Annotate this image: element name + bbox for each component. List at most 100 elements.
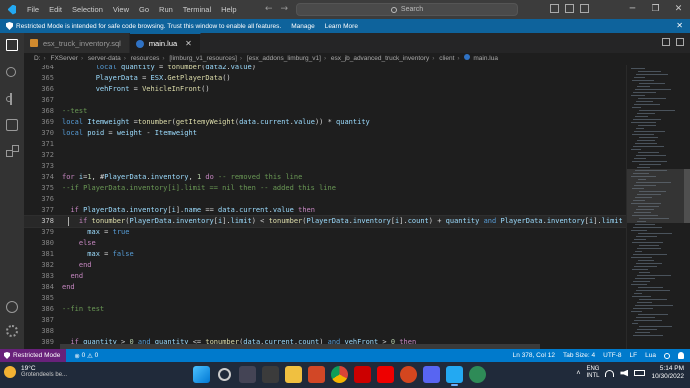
- code-text[interactable]: end: [62, 282, 75, 293]
- code-line[interactable]: 381 max = false: [24, 249, 626, 260]
- end-of-line[interactable]: LF: [630, 352, 638, 359]
- menu-file[interactable]: File: [22, 0, 44, 19]
- code-line[interactable]: 368 --test: [24, 106, 626, 117]
- menu-go[interactable]: Go: [134, 0, 154, 19]
- code-line[interactable]: 386 --fin test: [24, 304, 626, 315]
- battery-icon[interactable]: [634, 370, 646, 376]
- split-editor-icon[interactable]: [662, 38, 670, 46]
- code-line[interactable]: 373: [24, 161, 626, 172]
- file-explorer-icon[interactable]: [262, 366, 279, 383]
- restricted-mode-indicator[interactable]: Restricted Mode: [0, 349, 67, 362]
- code-text[interactable]: local poid = weight - Itemweight: [62, 128, 197, 139]
- command-center-search[interactable]: Search: [296, 3, 518, 16]
- code-text[interactable]: end: [62, 260, 92, 271]
- code-line[interactable]: 383 end: [24, 271, 626, 282]
- code-line[interactable]: 364 local quantity = tonumber(data2.valu…: [24, 65, 626, 73]
- adobe-icon[interactable]: [377, 366, 394, 383]
- netflix-icon[interactable]: [354, 366, 371, 383]
- vscode-taskbar-icon[interactable]: [446, 366, 463, 386]
- menu-view[interactable]: View: [108, 0, 134, 19]
- toggle-panel-icon[interactable]: [565, 4, 574, 13]
- code-line[interactable]: 382 end: [24, 260, 626, 271]
- start-windows-icon[interactable]: [193, 366, 210, 383]
- code-line[interactable]: 375 --if PlayerData.inventory[i].limit ==…: [24, 183, 626, 194]
- tray-chevron-up-icon[interactable]: ˄: [576, 370, 580, 377]
- code-text[interactable]: max = false: [62, 249, 133, 260]
- wifi-icon[interactable]: [605, 369, 615, 377]
- code-line[interactable]: 379 max = true: [24, 227, 626, 238]
- tab-main-lua[interactable]: main.lua ✕: [129, 33, 201, 53]
- maximize-icon[interactable]: ❐: [644, 0, 667, 19]
- tab-esx-truck-inventory-sql[interactable]: esx_truck_inventory.sql: [24, 33, 130, 53]
- code-line[interactable]: 385: [24, 293, 626, 304]
- code-text[interactable]: vehFront = VehicleInFront(): [62, 84, 210, 95]
- search-view-icon[interactable]: [6, 67, 16, 77]
- office-app-icon[interactable]: [308, 366, 325, 383]
- code-line[interactable]: 366 vehFront = VehicleInFront(): [24, 84, 626, 95]
- more-actions-icon[interactable]: [676, 38, 684, 46]
- extensions-icon[interactable]: [6, 145, 19, 157]
- breadcrumb-item[interactable]: main.lua: [473, 55, 498, 62]
- weather-widget[interactable]: 19°C Grotendeels be...: [4, 365, 67, 378]
- cursor-position[interactable]: Ln 378, Col 12: [513, 352, 555, 359]
- feedback-icon[interactable]: [664, 352, 670, 359]
- speaker-icon[interactable]: [620, 369, 629, 377]
- run-debug-icon[interactable]: [6, 119, 18, 131]
- code-line[interactable]: 370 local poid = weight - Itemweight: [24, 128, 626, 139]
- code-text[interactable]: --test: [62, 106, 87, 117]
- code-text[interactable]: if tonumber(PlayerData.inventory[i].limi…: [62, 216, 626, 227]
- folder-icon[interactable]: [285, 366, 302, 383]
- problems-indicator[interactable]: ⊗ 0 ⚠ 0: [74, 352, 98, 360]
- toggle-sidebar-icon[interactable]: [550, 4, 559, 13]
- code-editor[interactable]: 391 TriggerServerEvent('esx_truck_invent…: [24, 65, 626, 349]
- taskbar-search-icon[interactable]: [218, 368, 231, 381]
- code-line[interactable]: 377 if PlayerData.inventory[i].name == d…: [24, 205, 626, 216]
- breadcrumb-item[interactable]: FXServer: [50, 55, 77, 62]
- gear-icon[interactable]: [6, 325, 18, 337]
- encoding[interactable]: UTF-8: [603, 352, 621, 359]
- code-line[interactable]: 372: [24, 150, 626, 161]
- task-view-icon[interactable]: [239, 366, 256, 383]
- menu-run[interactable]: Run: [154, 0, 178, 19]
- code-line[interactable]: 369 local Itemweight =tonumber(getItemyWe…: [24, 117, 626, 128]
- clock[interactable]: 5:14 PM 10/30/2022: [651, 365, 684, 381]
- minimize-icon[interactable]: ─: [621, 0, 644, 19]
- code-text[interactable]: local Itemweight =tonumber(getItemyWeigh…: [62, 117, 370, 128]
- code-text[interactable]: else: [62, 238, 96, 249]
- minimap[interactable]: [626, 65, 690, 349]
- code-line[interactable]: 378 if tonumber(PlayerData.inventory[i].…: [24, 215, 626, 228]
- code-line[interactable]: 374 for i=1, #PlayerData.inventory, 1 do …: [24, 172, 626, 183]
- back-arrow-icon[interactable]: ←: [265, 4, 273, 14]
- menu-edit[interactable]: Edit: [44, 0, 67, 19]
- code-line[interactable]: 365 PlayerData = ESX.GetPlayerData(): [24, 73, 626, 84]
- code-line[interactable]: 388: [24, 326, 626, 337]
- vertical-scrollbar[interactable]: [684, 169, 690, 223]
- code-text[interactable]: PlayerData = ESX.GetPlayerData(): [62, 73, 231, 84]
- code-text[interactable]: local quantity = tonumber(data2.value): [62, 65, 256, 73]
- explorer-icon[interactable]: [6, 39, 18, 51]
- code-text[interactable]: if PlayerData.inventory[i].name == data.…: [62, 205, 315, 216]
- tab-size[interactable]: Tab Size: 4: [563, 352, 595, 359]
- banner-close-icon[interactable]: ✕: [676, 21, 683, 30]
- account-icon[interactable]: [6, 301, 18, 313]
- breadcrumb-item[interactable]: D:: [34, 55, 41, 62]
- learn-more-link[interactable]: Learn More: [325, 23, 358, 30]
- menu-terminal[interactable]: Terminal: [178, 0, 216, 19]
- customize-layout-icon[interactable]: [580, 4, 589, 13]
- menu-help[interactable]: Help: [216, 0, 241, 19]
- code-text[interactable]: end: [62, 271, 83, 282]
- code-text[interactable]: --if PlayerData.inventory[i].limit == ni…: [62, 183, 336, 194]
- breadcrumb-item[interactable]: [limburg_v1_resources]: [169, 55, 237, 62]
- code-text[interactable]: for i=1, #PlayerData.inventory, 1 do -- …: [62, 172, 302, 183]
- manage-link[interactable]: Manage: [291, 23, 315, 30]
- code-line[interactable]: 380 else: [24, 238, 626, 249]
- forward-arrow-icon[interactable]: →: [281, 4, 289, 14]
- breadcrumb-item[interactable]: client: [439, 55, 454, 62]
- app-icon-2[interactable]: [469, 366, 486, 383]
- code-text[interactable]: max = true: [62, 227, 129, 238]
- language-indicator[interactable]: ENG INTL: [586, 366, 599, 380]
- breadcrumb-item[interactable]: [esx_addons_limburg_v1]: [247, 55, 321, 62]
- breadcrumb-item[interactable]: esx_jb_advanced_truck_inventory: [331, 55, 429, 62]
- chrome-icon[interactable]: [331, 366, 348, 383]
- code-line[interactable]: 371: [24, 139, 626, 150]
